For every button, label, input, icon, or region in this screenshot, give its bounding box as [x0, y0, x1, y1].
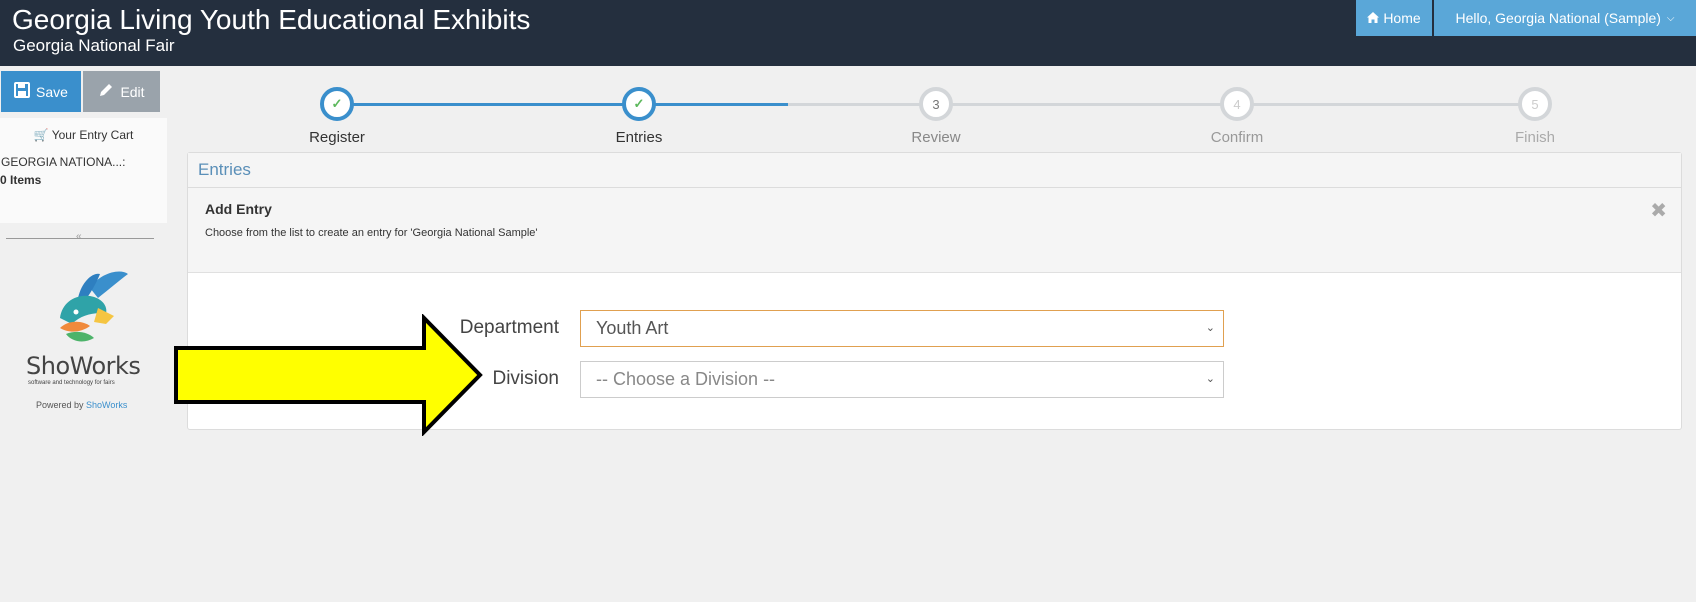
top-header: Georgia Living Youth Educational Exhibit…	[0, 0, 1696, 66]
department-value: Youth Art	[596, 318, 669, 338]
department-select[interactable]: Youth Art ⌄	[580, 310, 1224, 347]
cart-item-count: 0 Items	[0, 173, 42, 187]
user-menu-button[interactable]: Hello, Georgia National (Sample) ⌵	[1434, 0, 1696, 36]
entries-panel-title: Entries	[198, 160, 251, 179]
logo-wordmark: ShoWorks	[26, 352, 141, 380]
home-icon	[1367, 10, 1380, 26]
chevron-down-icon: ⌵	[1666, 12, 1675, 24]
home-button[interactable]: Home	[1356, 0, 1432, 36]
logo-tagline: software and technology for fairs	[28, 380, 115, 386]
step-entries-label: Entries	[615, 129, 663, 146]
pencil-icon	[98, 82, 114, 101]
step-review-label: Review	[911, 129, 961, 146]
step-finish-number: 5	[1531, 96, 1539, 112]
step-review-circle: 3	[919, 87, 953, 121]
app-title: Georgia Living Youth Educational Exhibit…	[12, 4, 531, 35]
stepper-progress-line	[338, 103, 788, 106]
cart-title[interactable]: 🛒 Your Entry Cart	[0, 128, 167, 142]
save-icon	[14, 82, 31, 101]
powered-by: Powered by ShoWorks	[36, 400, 127, 410]
close-icon[interactable]: ✖	[1650, 198, 1667, 223]
cart-title-label: Your Entry Cart	[51, 128, 134, 142]
home-label: Home	[1383, 10, 1421, 26]
check-icon: ✓	[331, 96, 343, 111]
save-button[interactable]: Save	[1, 71, 81, 112]
stepper-remaining-line	[788, 103, 1536, 106]
add-entry-box: Add Entry Choose from the list to create…	[188, 188, 1681, 273]
user-label: Hello, Georgia National (Sample)	[1455, 10, 1661, 26]
save-label: Save	[36, 83, 68, 100]
entry-cart-panel: 🛒 Your Entry Cart	[0, 118, 167, 223]
step-register-circle: ✓	[320, 87, 354, 121]
edit-button[interactable]: Edit	[83, 71, 160, 112]
powered-prefix: Powered by	[36, 400, 84, 410]
collapse-handle-icon[interactable]: «	[76, 231, 82, 242]
division-value: -- Choose a Division --	[596, 369, 776, 389]
add-entry-description: Choose from the list to create an entry …	[205, 227, 538, 239]
division-select[interactable]: -- Choose a Division -- ⌄	[580, 361, 1224, 398]
app-subtitle: Georgia National Fair	[13, 36, 175, 55]
step-confirm-label: Confirm	[1210, 129, 1264, 146]
cart-icon: 🛒	[33, 128, 49, 142]
add-entry-title: Add Entry	[205, 201, 272, 217]
step-review-number: 3	[932, 96, 940, 112]
entries-panel-header: Entries	[188, 153, 1681, 188]
step-confirm-circle: 4	[1220, 87, 1254, 121]
yellow-arrow-annotation	[174, 313, 486, 441]
chevron-down-icon: ⌄	[1205, 322, 1215, 334]
step-entries-circle: ✓	[622, 87, 656, 121]
cart-exhibitor-name[interactable]: GEORGIA NATIONA...:	[1, 155, 125, 169]
edit-label: Edit	[120, 83, 145, 100]
step-finish-circle: 5	[1518, 87, 1552, 121]
step-register-label: Register	[309, 129, 365, 146]
step-confirm-number: 4	[1233, 96, 1241, 112]
showorks-link[interactable]: ShoWorks	[86, 400, 127, 410]
chevron-down-icon: ⌄	[1205, 373, 1215, 385]
check-icon: ✓	[633, 96, 645, 111]
step-finish-label: Finish	[1514, 129, 1556, 146]
